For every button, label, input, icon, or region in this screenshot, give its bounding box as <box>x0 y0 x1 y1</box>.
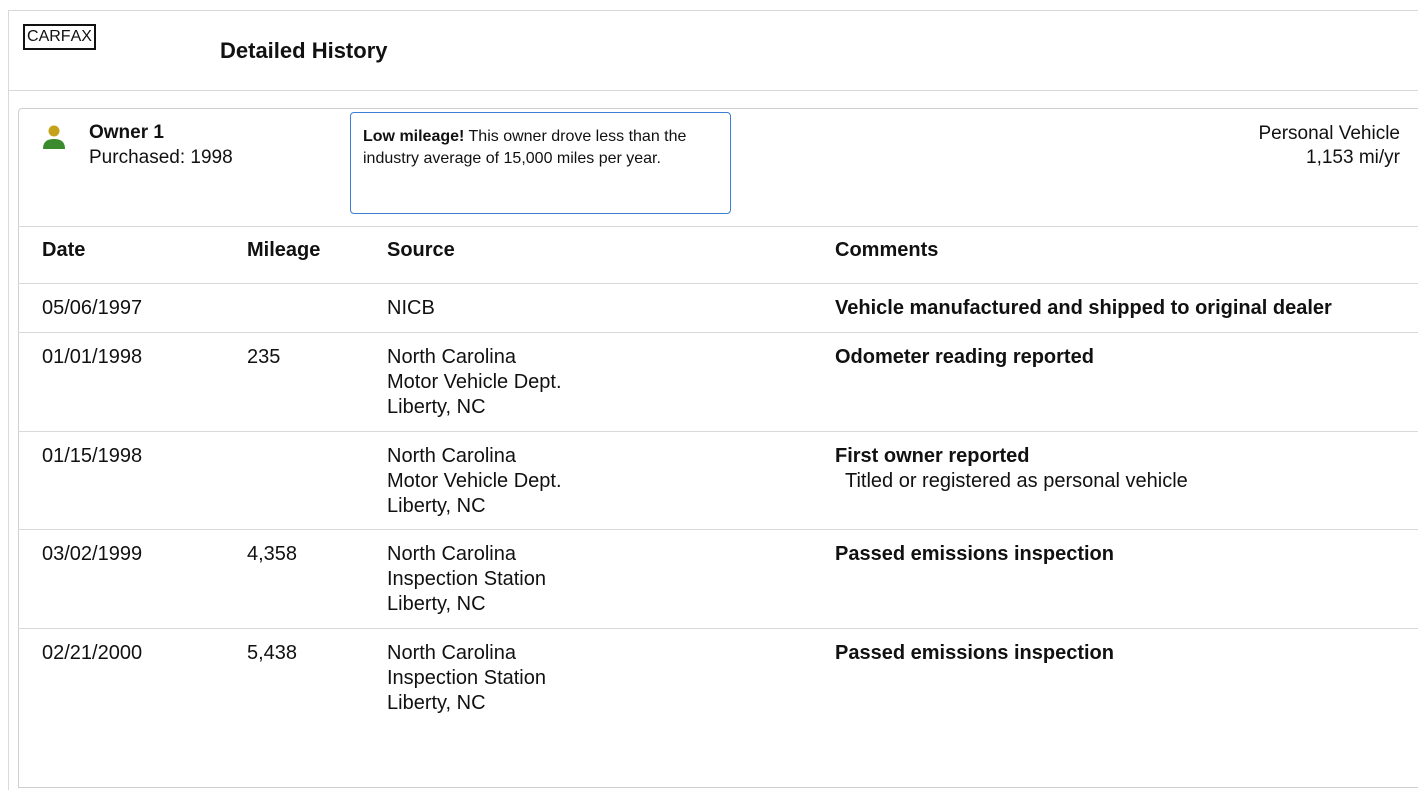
person-icon <box>43 125 65 149</box>
callout-heading: Low mileage! <box>363 128 465 145</box>
carfax-logo: C A R F A X <box>23 24 96 50</box>
logo-letter: C <box>27 28 39 45</box>
cell-source: NICB <box>387 296 435 321</box>
row-divider <box>18 431 1418 432</box>
source-line: North Carolina <box>387 346 516 368</box>
cell-date: 01/01/1998 <box>42 346 143 368</box>
low-mileage-callout: Low mileage! This owner drove less than … <box>350 112 731 214</box>
cell-comment: Vehicle manufactured and shipped to orig… <box>835 297 1332 319</box>
source-line: Liberty, NC <box>387 692 486 714</box>
logo-letter: A <box>38 28 50 45</box>
source-line: Motor Vehicle Dept. <box>387 470 562 492</box>
column-header-comments: Comments <box>835 239 939 261</box>
row-divider <box>18 332 1418 333</box>
cell-comment: Passed emissions inspection <box>835 642 1114 664</box>
row-divider <box>18 628 1418 629</box>
logo-letter: F <box>60 28 71 45</box>
page-title: Detailed History <box>220 38 388 63</box>
source-line: Motor Vehicle Dept. <box>387 371 562 393</box>
mileage-rate: 1,153 mi/yr <box>1306 147 1400 168</box>
cell-date: 02/21/2000 <box>42 642 143 664</box>
column-header-source: Source <box>387 239 455 261</box>
row-divider <box>18 529 1418 530</box>
source-line: Liberty, NC <box>387 495 486 517</box>
cell-mileage: 235 <box>247 346 281 368</box>
source-line: Liberty, NC <box>387 593 486 615</box>
column-header-mileage: Mileage <box>247 239 321 261</box>
vehicle-type: Personal Vehicle <box>1258 123 1400 144</box>
row-divider <box>18 283 1418 284</box>
cell-source: North Carolina Inspection Station Libert… <box>387 542 546 617</box>
comment-title: First owner reported <box>835 445 1030 467</box>
owner-title: Owner 1 <box>89 122 164 143</box>
cell-comment: First owner reported Titled or registere… <box>835 444 1188 494</box>
cell-source: North Carolina Motor Vehicle Dept. Liber… <box>387 444 562 519</box>
logo-letter: X <box>81 28 92 45</box>
cell-source: North Carolina Motor Vehicle Dept. Liber… <box>387 345 562 420</box>
cell-date: 03/02/1999 <box>42 543 143 565</box>
source-line: Inspection Station <box>387 667 546 689</box>
source-line: NICB <box>387 297 435 319</box>
cell-source: North Carolina Inspection Station Libert… <box>387 641 546 716</box>
comment-detail: Titled or registered as personal vehicle <box>845 470 1188 492</box>
source-line: Liberty, NC <box>387 396 486 418</box>
logo-letter: R <box>49 28 61 45</box>
table-divider <box>18 226 1418 227</box>
cell-date: 05/06/1997 <box>42 297 143 319</box>
source-line: Inspection Station <box>387 568 546 590</box>
owner-vehicle-summary: Personal Vehicle 1,153 mi/yr <box>1258 122 1400 170</box>
logo-letter: A <box>70 28 82 45</box>
owner-purchase-date: Purchased: 1998 <box>89 147 233 168</box>
source-line: North Carolina <box>387 543 516 565</box>
cell-comment: Odometer reading reported <box>835 346 1094 368</box>
source-line: North Carolina <box>387 642 516 664</box>
cell-mileage: 4,358 <box>247 543 298 565</box>
column-header-date: Date <box>42 239 86 261</box>
cell-mileage: 5,438 <box>247 642 298 664</box>
source-line: North Carolina <box>387 445 516 467</box>
cell-date: 01/15/1998 <box>42 445 143 467</box>
cell-comment: Passed emissions inspection <box>835 543 1114 565</box>
